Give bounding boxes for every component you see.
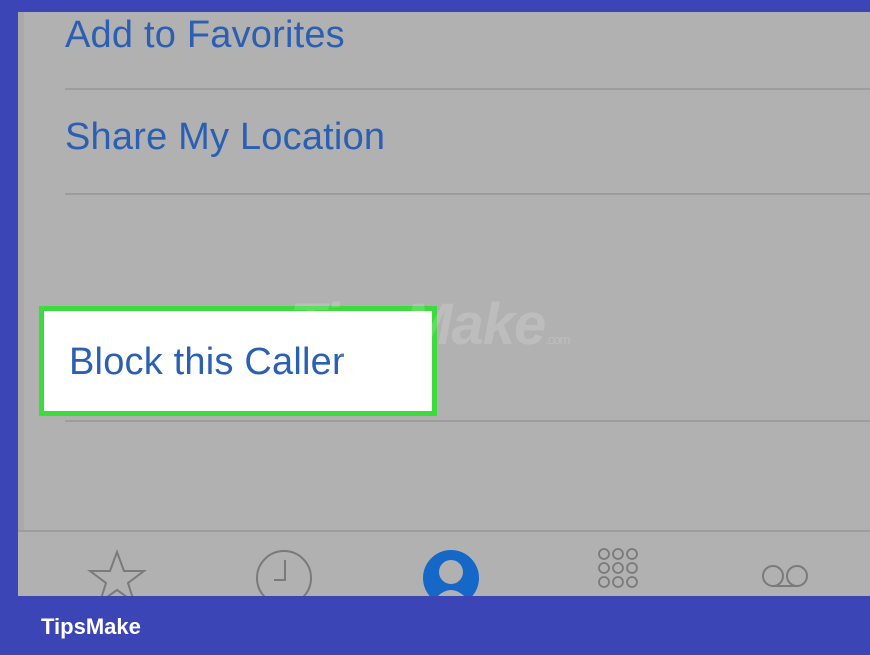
- tab-bar: [18, 530, 870, 596]
- clock-icon: [256, 550, 312, 596]
- add-to-favorites-option[interactable]: Add to Favorites: [65, 14, 345, 57]
- divider: [65, 420, 870, 422]
- watermark-text: TipsMake: [290, 292, 546, 357]
- screen-left-edge: [18, 12, 24, 596]
- tab-recents[interactable]: [249, 546, 319, 596]
- divider: [65, 193, 870, 195]
- tab-contacts[interactable]: [416, 546, 486, 596]
- watermark-suffix: .com: [545, 332, 570, 347]
- contacts-icon: [423, 550, 479, 596]
- tab-voicemail[interactable]: [750, 546, 820, 596]
- footer-bar: TipsMake: [0, 596, 870, 655]
- tab-favorites[interactable]: [82, 546, 152, 596]
- phone-screen: Add to Favorites Share My Location Block…: [18, 12, 870, 596]
- share-my-location-option[interactable]: Share My Location: [65, 116, 385, 159]
- keypad-icon: [598, 548, 638, 588]
- voicemail-icon: [762, 565, 808, 587]
- watermark: TipsMake.com: [290, 291, 570, 358]
- star-icon: [87, 549, 147, 596]
- divider: [65, 88, 870, 90]
- tab-keypad[interactable]: [583, 546, 653, 596]
- footer-brand-label: TipsMake: [41, 614, 141, 639]
